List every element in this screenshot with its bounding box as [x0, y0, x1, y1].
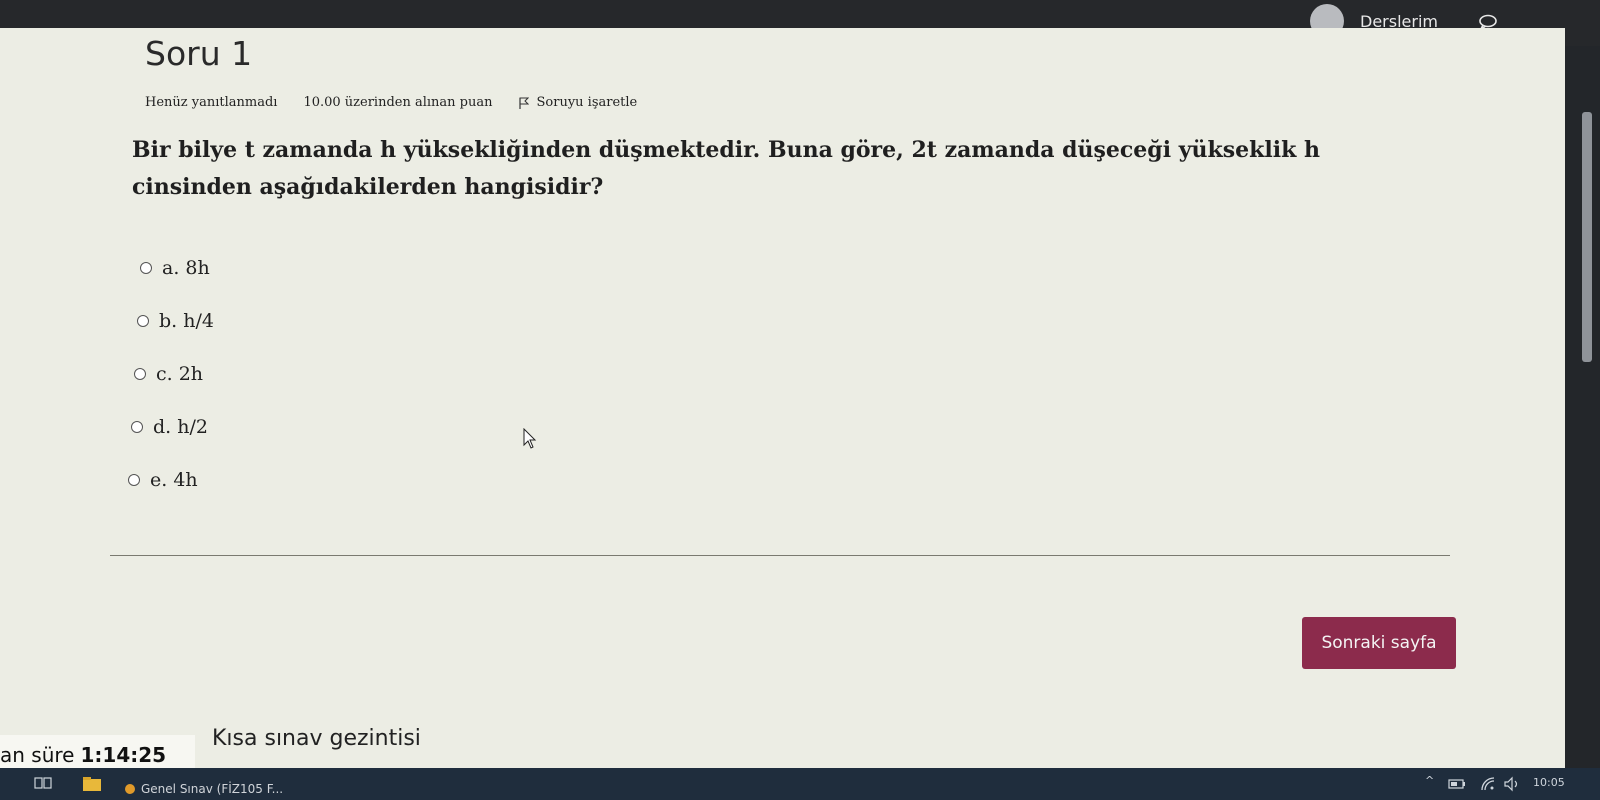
question-info: Henüz yanıtlanmadı 10.00 üzerinden alına… [145, 95, 689, 110]
flag-question-label: Soruyu işaretle [536, 95, 638, 110]
question-points: 10.00 üzerinden alınan puan [303, 95, 493, 110]
answer-option-b[interactable]: b. h/4 [137, 310, 214, 332]
chevron-up-icon[interactable]: ^ [1425, 774, 1434, 787]
volume-icon[interactable] [1503, 776, 1521, 792]
radio-button[interactable] [128, 474, 140, 486]
radio-button[interactable] [131, 421, 143, 433]
answer-option-a[interactable]: a. 8h [140, 257, 210, 279]
next-page-button[interactable]: Sonraki sayfa [1302, 617, 1456, 669]
battery-icon[interactable] [1448, 776, 1466, 792]
option-label: a. 8h [162, 257, 210, 279]
timer-value: 1:14:25 [80, 743, 167, 767]
radio-button[interactable] [140, 262, 152, 274]
radio-button[interactable] [134, 368, 146, 380]
option-label: e. 4h [150, 469, 198, 491]
divider [110, 555, 1450, 556]
scrollbar-thumb[interactable] [1582, 112, 1592, 362]
file-explorer-icon[interactable] [82, 776, 102, 792]
taskbar-app-title: Genel Sınav (FİZ105 F... [141, 781, 284, 796]
answer-option-e[interactable]: e. 4h [128, 469, 198, 491]
taskbar: Genel Sınav (FİZ105 F... ^ 10:05 [0, 768, 1600, 800]
quiz-navigation-link[interactable]: Kısa sınav gezintisi [212, 726, 421, 751]
taskbar-app-browser[interactable]: Genel Sınav (FİZ105 F... [125, 777, 325, 800]
answer-option-d[interactable]: d. h/2 [131, 416, 208, 438]
flag-icon [518, 97, 529, 109]
answer-option-c[interactable]: c. 2h [134, 363, 203, 385]
task-view-icon[interactable] [34, 776, 52, 792]
flag-question-link[interactable]: Soruyu işaretle [518, 95, 664, 110]
question-text: Bir bilye t zamanda h yüksekliğinden düş… [132, 137, 1320, 200]
option-label: b. h/4 [159, 310, 214, 332]
browser-icon [125, 783, 135, 794]
taskbar-clock[interactable]: 10:05 [1533, 776, 1565, 789]
question-status: Henüz yanıtlanmadı [145, 95, 278, 110]
mouse-cursor-icon [523, 428, 537, 449]
option-label: c. 2h [156, 363, 204, 385]
radio-button[interactable] [137, 315, 149, 327]
question-title: Soru 1 [145, 34, 253, 73]
timer-label: an süre [0, 743, 75, 767]
wifi-icon[interactable] [1480, 776, 1496, 792]
option-label: d. h/2 [153, 416, 208, 438]
